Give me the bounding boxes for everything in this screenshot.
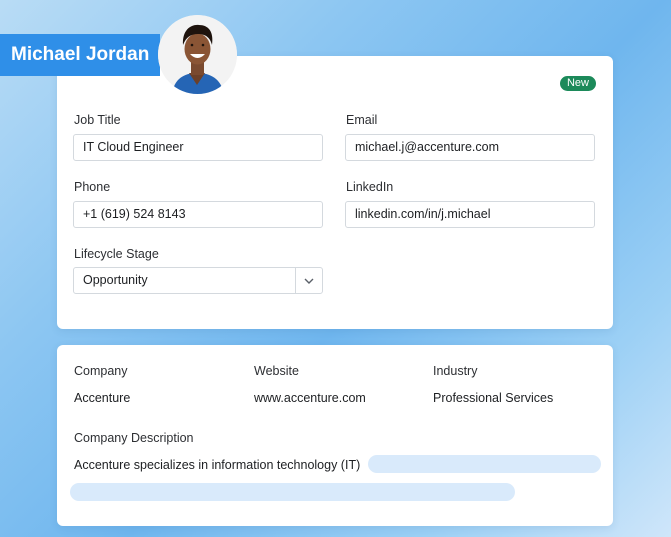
industry-value: Professional Services — [433, 391, 554, 405]
contact-details-card: New Job Title IT Cloud Engineer Email mi… — [57, 56, 613, 329]
linkedin-value: linkedin.com/in/j.michael — [355, 207, 491, 221]
avatar — [158, 15, 237, 94]
phone-value: +1 (619) 524 8143 — [83, 207, 186, 221]
loading-placeholder-line — [70, 483, 515, 501]
contact-name: Michael Jordan — [11, 44, 150, 65]
contact-name-banner: Michael Jordan — [0, 34, 160, 76]
lifecycle-stage-label: Lifecycle Stage — [74, 247, 159, 261]
phone-label: Phone — [74, 180, 111, 194]
website-value[interactable]: www.accenture.com — [254, 391, 366, 405]
email-label: Email — [346, 113, 378, 127]
chevron-down-icon[interactable] — [304, 277, 314, 285]
industry-label: Industry — [433, 364, 478, 378]
linkedin-field[interactable]: linkedin.com/in/j.michael — [345, 201, 595, 228]
loading-placeholder-line — [368, 455, 601, 473]
company-value: Accenture — [74, 391, 131, 405]
avatar-photo — [158, 15, 237, 94]
lifecycle-stage-select[interactable]: Opportunity — [73, 267, 323, 294]
job-title-label: Job Title — [74, 113, 121, 127]
new-badge: New — [559, 76, 596, 91]
select-divider — [295, 268, 296, 293]
linkedin-label: LinkedIn — [346, 180, 394, 194]
job-title-value: IT Cloud Engineer — [83, 140, 184, 154]
phone-field[interactable]: +1 (619) 524 8143 — [73, 201, 323, 228]
company-description-value: Accenture specializes in information tec… — [74, 458, 361, 472]
email-value: michael.j@accenture.com — [355, 140, 499, 154]
company-label: Company — [74, 364, 128, 378]
company-details-card: Company Accenture Website www.accenture.… — [57, 345, 613, 526]
lifecycle-stage-value: Opportunity — [83, 273, 148, 287]
email-field[interactable]: michael.j@accenture.com — [345, 134, 595, 161]
website-label: Website — [254, 364, 299, 378]
company-description-label: Company Description — [74, 431, 194, 445]
job-title-field[interactable]: IT Cloud Engineer — [73, 134, 323, 161]
